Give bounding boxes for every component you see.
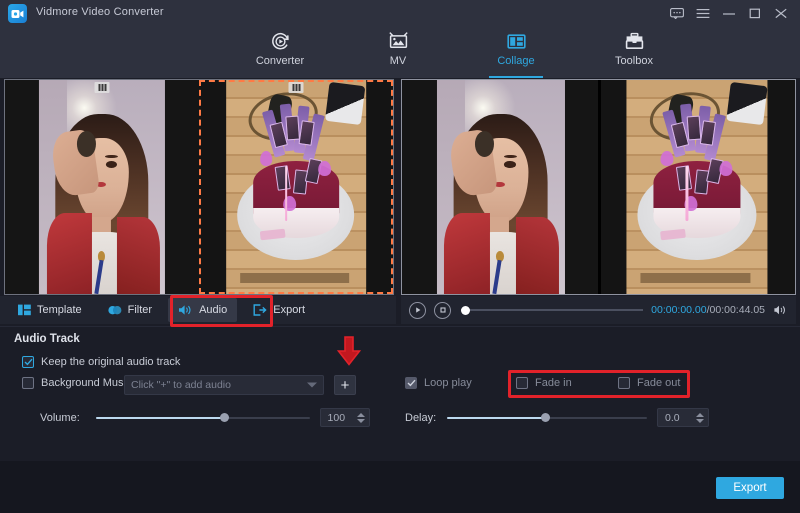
audio-track-title: Audio Track bbox=[14, 333, 80, 345]
minimize-icon[interactable] bbox=[716, 0, 742, 26]
export-button-label: Export bbox=[733, 482, 766, 494]
export-arrow-icon bbox=[253, 304, 267, 316]
add-audio-button-label: + bbox=[341, 378, 350, 393]
delay-slider-handle[interactable] bbox=[541, 413, 550, 422]
nav-tab-converter-label: Converter bbox=[256, 55, 304, 67]
delay-stepper[interactable] bbox=[696, 413, 704, 423]
app-window: Vidmore Video Converter bbox=[0, 0, 800, 513]
app-logo-icon bbox=[8, 4, 27, 23]
nav-tab-collage[interactable]: Collage bbox=[476, 26, 556, 78]
player-controls: 00:00:00.00/00:00:44.05 bbox=[401, 296, 796, 324]
preview-canvas bbox=[401, 79, 796, 295]
hamburger-menu-icon[interactable] bbox=[690, 0, 716, 26]
stop-square-icon[interactable] bbox=[434, 302, 451, 319]
toolbox-icon bbox=[624, 30, 645, 52]
volume-slider[interactable] bbox=[96, 411, 309, 425]
time-total: 00:00:44.05 bbox=[710, 304, 765, 316]
maximize-square-icon[interactable] bbox=[742, 0, 768, 26]
collage-grid-icon bbox=[506, 30, 527, 52]
footer-bar bbox=[0, 461, 800, 513]
loop-play-row[interactable]: Loop play bbox=[405, 377, 472, 389]
keep-original-audio-label: Keep the original audio track bbox=[41, 356, 180, 368]
background-music-label: Background Music bbox=[41, 377, 132, 389]
background-music-row[interactable]: Background Music bbox=[22, 377, 132, 389]
message-bubble-icon[interactable] bbox=[664, 0, 690, 26]
speaker-icon[interactable] bbox=[773, 304, 788, 316]
collage-cell-2[interactable] bbox=[199, 80, 393, 294]
editor-toolbar: Template Filter Audio Export bbox=[0, 296, 396, 324]
close-x-icon[interactable] bbox=[768, 0, 794, 26]
collage-cell-2-video bbox=[199, 80, 393, 294]
tab-audio-label: Audio bbox=[199, 304, 227, 316]
nav-tab-toolbox[interactable]: Toolbox bbox=[594, 26, 674, 78]
fade-out-row[interactable]: Fade out bbox=[618, 377, 680, 389]
delay-slider[interactable] bbox=[447, 411, 647, 425]
fade-in-checkbox[interactable] bbox=[516, 377, 528, 389]
template-grid-icon bbox=[18, 304, 31, 316]
tab-template-label: Template bbox=[37, 304, 82, 316]
delay-label: Delay: bbox=[405, 412, 447, 424]
collage-cell-1-video bbox=[5, 80, 199, 294]
add-audio-button[interactable]: + bbox=[334, 375, 356, 395]
delay-row: Delay: 0.0 bbox=[405, 408, 735, 427]
tab-export-label: Export bbox=[273, 304, 305, 316]
volume-value: 100 bbox=[321, 412, 346, 424]
seek-handle[interactable] bbox=[461, 306, 470, 315]
time-display: 00:00:00.00/00:00:44.05 bbox=[651, 304, 765, 316]
collage-cell-1-drag-handle[interactable] bbox=[95, 82, 110, 93]
nav-tab-toolbox-label: Toolbox bbox=[615, 55, 653, 67]
preview-clip-right bbox=[599, 80, 795, 294]
play-triangle-icon[interactable] bbox=[409, 302, 426, 319]
fade-in-label: Fade in bbox=[535, 377, 572, 389]
tab-template[interactable]: Template bbox=[8, 298, 92, 322]
tab-filter[interactable]: Filter bbox=[98, 298, 162, 322]
collage-cell-1[interactable] bbox=[5, 80, 199, 294]
keep-original-audio-row[interactable]: Keep the original audio track bbox=[22, 356, 180, 368]
background-music-checkbox[interactable] bbox=[22, 377, 34, 389]
loop-play-checkbox[interactable] bbox=[405, 377, 417, 389]
delay-value-input[interactable]: 0.0 bbox=[657, 408, 709, 427]
filter-droplet-icon bbox=[108, 304, 122, 316]
fade-in-row[interactable]: Fade in bbox=[516, 377, 572, 389]
volume-stepper[interactable] bbox=[357, 413, 365, 423]
nav-tab-collage-label: Collage bbox=[497, 55, 534, 67]
export-button[interactable]: Export bbox=[716, 477, 784, 499]
volume-value-input[interactable]: 100 bbox=[320, 408, 370, 427]
audio-settings-panel: Audio Track Keep the original audio trac… bbox=[0, 326, 800, 461]
tv-image-icon bbox=[388, 30, 409, 52]
time-current: 00:00:00.00 bbox=[651, 304, 706, 316]
volume-slider-handle[interactable] bbox=[220, 413, 229, 422]
title-bar: Vidmore Video Converter bbox=[0, 0, 800, 26]
fade-out-label: Fade out bbox=[637, 377, 680, 389]
preview-clip-left bbox=[402, 80, 599, 294]
loop-play-label: Loop play bbox=[424, 377, 472, 389]
volume-label: Volume: bbox=[40, 412, 96, 424]
music-select-row[interactable]: Click "+" to add audio + bbox=[124, 375, 356, 395]
music-select-placeholder: Click "+" to add audio bbox=[131, 379, 231, 391]
convert-circle-icon bbox=[270, 30, 291, 52]
nav-tab-converter[interactable]: Converter bbox=[240, 26, 320, 78]
nav-tab-mv-label: MV bbox=[390, 55, 407, 67]
tab-export[interactable]: Export bbox=[243, 298, 315, 322]
volume-row: Volume: 100 bbox=[40, 408, 370, 427]
fade-out-checkbox[interactable] bbox=[618, 377, 630, 389]
audio-speaker-icon bbox=[178, 304, 193, 316]
tab-audio[interactable]: Audio bbox=[168, 298, 237, 322]
music-select-dropdown[interactable]: Click "+" to add audio bbox=[124, 375, 324, 395]
app-title: Vidmore Video Converter bbox=[36, 6, 164, 18]
delay-value: 0.0 bbox=[658, 412, 680, 424]
tab-filter-label: Filter bbox=[128, 304, 152, 316]
seek-bar[interactable] bbox=[461, 303, 643, 317]
chevron-down-icon bbox=[307, 383, 317, 388]
keep-original-audio-checkbox[interactable] bbox=[22, 356, 34, 368]
top-navigation: Converter MV Collage Toolbox bbox=[0, 26, 800, 78]
collage-cell-2-drag-handle[interactable] bbox=[289, 82, 304, 93]
collage-edit-canvas[interactable] bbox=[4, 79, 394, 295]
nav-tab-mv[interactable]: MV bbox=[358, 26, 438, 78]
window-controls bbox=[664, 0, 794, 26]
